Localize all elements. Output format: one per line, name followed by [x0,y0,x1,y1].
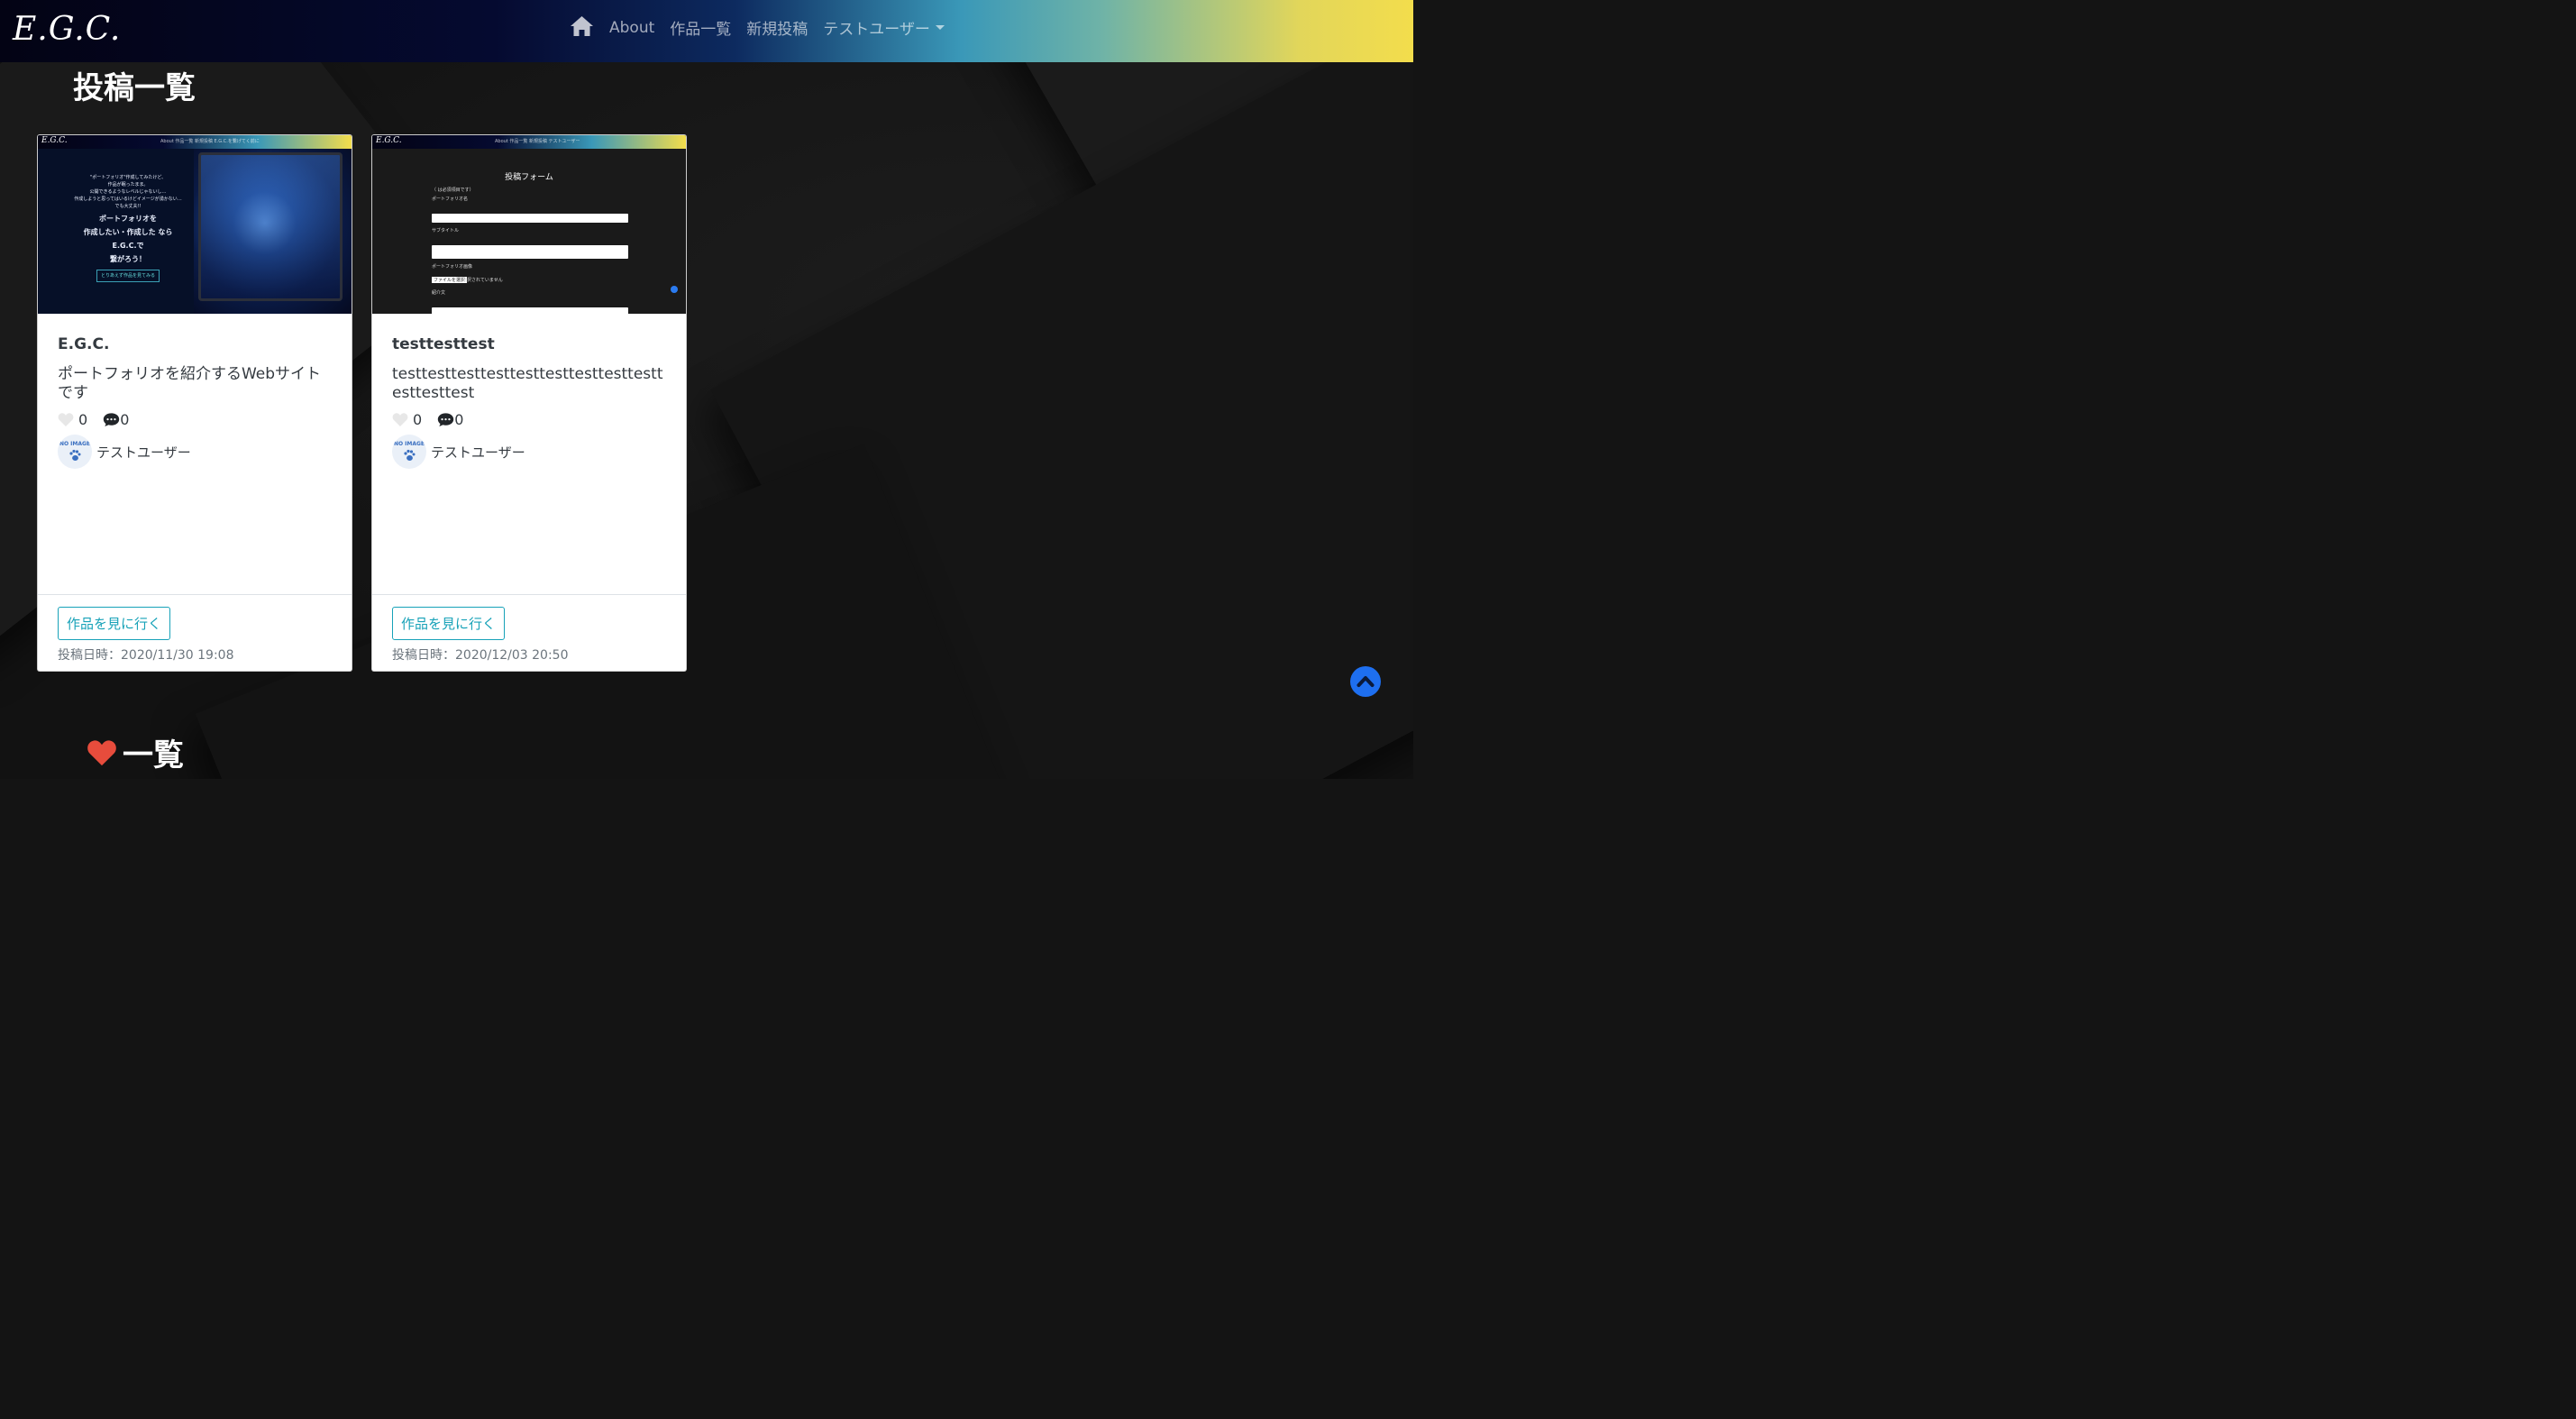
comment-icon [103,413,120,427]
chevron-up-icon [1357,676,1375,687]
thumb-logo: E.G.C. [41,136,68,145]
thumb-form-title: 投稿フォーム [505,173,553,182]
post-card: E.G.C. About 作品一覧 新規投稿 テストユーザー 投稿フォーム （ … [371,134,687,672]
posted-date: 投稿日時：2020/12/03 20:50 [392,648,569,663]
paw-icon [69,449,81,461]
card-title: E.G.C. [58,335,110,353]
navbar: E.G.C. About 作品一覧 新規投稿 テストユーザー [0,0,1413,62]
card-footer: 作品を見に行く 投稿日時：2020/12/03 20:50 [372,594,686,671]
nav-new-post[interactable]: 新規投稿 [746,16,808,39]
card-title: testtesttest [392,335,495,353]
view-work-button[interactable]: 作品を見に行く [58,607,171,640]
favorites-section-title: 一覧 [87,730,184,774]
user-name: テストユーザー [431,444,525,461]
nav-works[interactable]: 作品一覧 [670,16,731,39]
post-card: E.G.C. About 作品一覧 新規投稿 E.G.C.を繋げてく前に "ポー… [37,134,352,672]
user-dropdown[interactable]: テストユーザー [823,16,945,39]
thumb-hero-text: "ポートフォリオ"作成してみたけど、 作品が眠ったまま。 公開できるようなレベル… [65,174,191,282]
post-thumbnail[interactable]: E.G.C. About 作品一覧 新規投稿 テストユーザー 投稿フォーム （ … [372,135,686,314]
heart-icon [87,739,116,765]
card-user[interactable]: NO IMAGE テストユーザー [392,435,666,469]
home-icon[interactable] [570,15,594,37]
comment-icon [437,413,454,427]
comment-count: 0 [120,411,130,428]
heart-icon[interactable] [392,412,408,427]
user-name: テストユーザー [96,444,191,461]
nav-links: About 作品一覧 新規投稿 テストユーザー [570,15,945,39]
thumb-logo: E.G.C. [376,136,402,145]
heart-icon[interactable] [58,412,74,427]
posted-date: 投稿日時：2020/11/30 19:08 [58,648,234,663]
nav-about[interactable]: About [609,19,654,37]
posts-section-title: 投稿一覧 [73,70,196,106]
user-dropdown-label: テストユーザー [823,21,930,39]
card-text: testtesttesttesttesttesttesttesttesttest… [392,365,663,402]
thumb-nav: About 作品一覧 新規投稿 テストユーザー [495,139,580,144]
card-footer: 作品を見に行く 投稿日時：2020/11/30 19:08 [38,594,352,671]
card-meta: 0 0 [58,411,332,428]
card-user[interactable]: NO IMAGE テストユーザー [58,435,332,469]
view-work-button[interactable]: 作品を見に行く [392,607,506,640]
paw-icon [404,449,416,461]
thumb-nav: About 作品一覧 新規投稿 E.G.C.を繋げてく前に [160,139,260,144]
avatar: NO IMAGE [392,435,426,469]
caret-down-icon [935,25,945,30]
like-count: 0 [78,411,88,428]
favorites-title-text: 一覧 [123,737,184,774]
post-thumbnail[interactable]: E.G.C. About 作品一覧 新規投稿 E.G.C.を繋げてく前に "ポー… [38,135,352,314]
logo[interactable]: E.G.C. [13,11,121,48]
comment-count: 0 [454,411,464,428]
scroll-to-top-button[interactable] [1350,666,1381,697]
like-count: 0 [413,411,423,428]
card-meta: 0 0 [392,411,666,428]
avatar: NO IMAGE [58,435,92,469]
card-text: ポートフォリオを紹介するWebサイトです [58,365,322,402]
